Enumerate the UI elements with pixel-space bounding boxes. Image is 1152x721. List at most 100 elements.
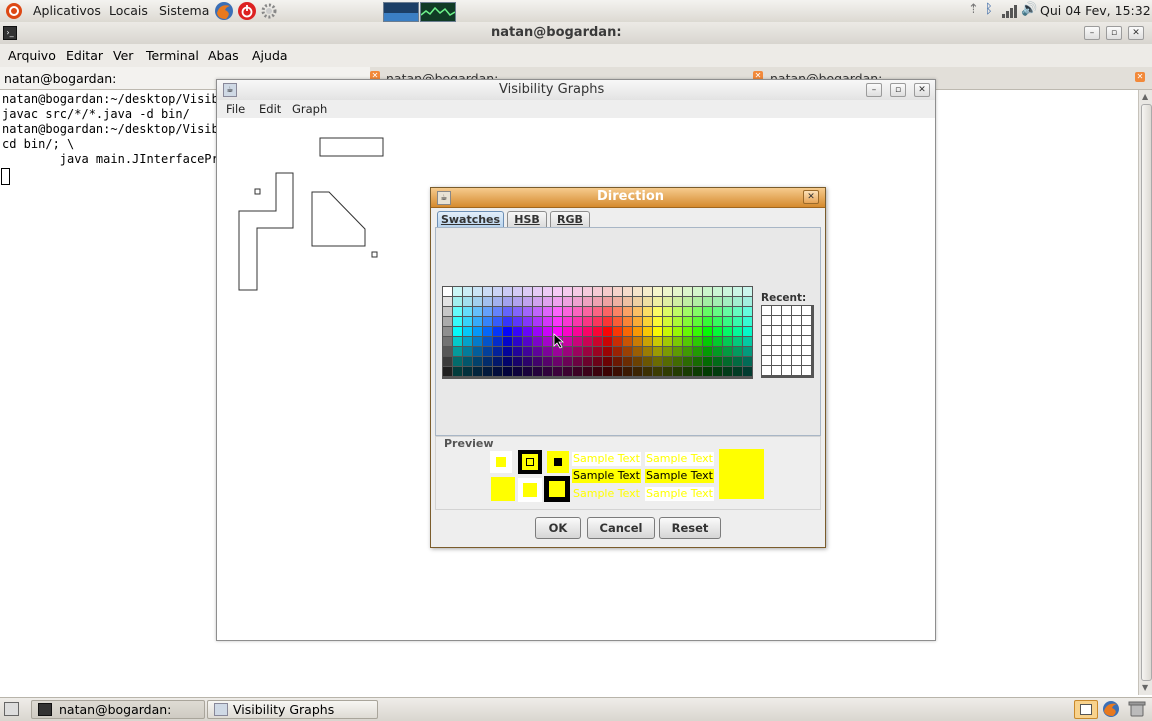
color-swatch[interactable] bbox=[463, 287, 472, 296]
color-swatch[interactable] bbox=[573, 297, 582, 306]
color-swatch[interactable] bbox=[583, 297, 592, 306]
color-swatch[interactable] bbox=[483, 297, 492, 306]
color-swatch[interactable] bbox=[503, 307, 512, 316]
color-swatch[interactable] bbox=[473, 357, 482, 366]
color-swatch[interactable] bbox=[683, 327, 692, 336]
color-swatch[interactable] bbox=[553, 317, 562, 326]
recent-swatch[interactable] bbox=[782, 316, 791, 325]
color-swatch[interactable] bbox=[743, 357, 752, 366]
color-swatch[interactable] bbox=[743, 297, 752, 306]
color-swatch[interactable] bbox=[533, 317, 542, 326]
color-swatch[interactable] bbox=[523, 317, 532, 326]
recent-swatches[interactable] bbox=[761, 305, 814, 378]
color-swatch[interactable] bbox=[493, 287, 502, 296]
color-swatch[interactable] bbox=[683, 367, 692, 376]
recent-swatch[interactable] bbox=[782, 306, 791, 315]
color-swatch[interactable] bbox=[683, 317, 692, 326]
vg-menu-file[interactable]: File bbox=[226, 102, 245, 116]
recent-swatch[interactable] bbox=[762, 326, 771, 335]
color-swatch[interactable] bbox=[653, 297, 662, 306]
color-swatch[interactable] bbox=[473, 287, 482, 296]
taskbar-item-visibility-graphs[interactable]: Visibility Graphs bbox=[207, 700, 378, 719]
color-swatch[interactable] bbox=[623, 317, 632, 326]
color-swatch[interactable] bbox=[683, 297, 692, 306]
color-swatch[interactable] bbox=[523, 297, 532, 306]
color-swatch[interactable] bbox=[633, 347, 642, 356]
color-swatch[interactable] bbox=[523, 337, 532, 346]
color-swatch[interactable] bbox=[533, 337, 542, 346]
color-swatch[interactable] bbox=[543, 307, 552, 316]
color-swatch[interactable] bbox=[703, 347, 712, 356]
recent-swatch[interactable] bbox=[792, 306, 801, 315]
color-swatch[interactable] bbox=[663, 317, 672, 326]
color-swatch[interactable] bbox=[693, 317, 702, 326]
color-swatch[interactable] bbox=[483, 347, 492, 356]
color-swatch[interactable] bbox=[723, 307, 732, 316]
color-swatch[interactable] bbox=[493, 337, 502, 346]
panel-up-icon[interactable]: ⇡ bbox=[968, 2, 979, 17]
color-swatch[interactable] bbox=[673, 307, 682, 316]
color-swatch[interactable] bbox=[663, 307, 672, 316]
color-swatch[interactable] bbox=[593, 297, 602, 306]
color-swatch[interactable] bbox=[643, 347, 652, 356]
terminal-titlebar[interactable]: ›_ natan@bogardan: – ▫ ✕ bbox=[0, 22, 1152, 45]
menu-system[interactable]: Sistema bbox=[159, 3, 209, 18]
color-swatch[interactable] bbox=[653, 337, 662, 346]
color-swatch[interactable] bbox=[603, 297, 612, 306]
color-swatch[interactable] bbox=[543, 327, 552, 336]
color-swatch[interactable] bbox=[683, 307, 692, 316]
color-swatch[interactable] bbox=[703, 337, 712, 346]
color-swatch[interactable] bbox=[443, 297, 452, 306]
recent-swatch[interactable] bbox=[802, 326, 811, 335]
color-swatch[interactable] bbox=[703, 327, 712, 336]
color-swatch[interactable] bbox=[743, 287, 752, 296]
color-swatch[interactable] bbox=[613, 347, 622, 356]
color-swatch[interactable] bbox=[463, 367, 472, 376]
color-swatch[interactable] bbox=[603, 287, 612, 296]
color-swatch[interactable] bbox=[483, 287, 492, 296]
color-swatch[interactable] bbox=[733, 337, 742, 346]
vg-menu-graph[interactable]: Graph bbox=[292, 102, 327, 116]
recent-swatch[interactable] bbox=[772, 356, 781, 365]
color-swatch[interactable] bbox=[533, 307, 542, 316]
color-swatch[interactable] bbox=[623, 307, 632, 316]
color-swatch[interactable] bbox=[703, 287, 712, 296]
terminal-scrollbar[interactable]: ▲ ▼ bbox=[1138, 90, 1152, 695]
recent-swatch[interactable] bbox=[762, 356, 771, 365]
color-swatch[interactable] bbox=[473, 317, 482, 326]
color-swatch[interactable] bbox=[453, 307, 462, 316]
color-swatch[interactable] bbox=[743, 327, 752, 336]
show-desktop-icon[interactable] bbox=[4, 702, 19, 716]
color-swatch[interactable] bbox=[543, 297, 552, 306]
color-swatch[interactable] bbox=[473, 337, 482, 346]
recent-swatch[interactable] bbox=[792, 366, 801, 375]
scroll-up-icon[interactable]: ▲ bbox=[1142, 92, 1148, 101]
color-swatch[interactable] bbox=[673, 297, 682, 306]
color-swatch[interactable] bbox=[733, 307, 742, 316]
color-swatch[interactable] bbox=[583, 337, 592, 346]
color-swatch[interactable] bbox=[703, 357, 712, 366]
color-swatch[interactable] bbox=[743, 337, 752, 346]
color-swatch[interactable] bbox=[583, 327, 592, 336]
color-swatch[interactable] bbox=[703, 367, 712, 376]
color-swatch[interactable] bbox=[513, 317, 522, 326]
color-swatch[interactable] bbox=[633, 287, 642, 296]
tab-hsb[interactable]: HSB bbox=[507, 211, 547, 227]
color-swatch[interactable] bbox=[713, 337, 722, 346]
color-swatch[interactable] bbox=[533, 357, 542, 366]
color-swatch[interactable] bbox=[733, 367, 742, 376]
color-swatch[interactable] bbox=[603, 337, 612, 346]
color-swatch[interactable] bbox=[463, 357, 472, 366]
color-swatch[interactable] bbox=[503, 317, 512, 326]
color-swatch[interactable] bbox=[503, 347, 512, 356]
color-swatch[interactable] bbox=[553, 367, 562, 376]
ok-button[interactable]: OK bbox=[535, 517, 581, 539]
color-swatch[interactable] bbox=[473, 327, 482, 336]
color-swatch[interactable] bbox=[643, 307, 652, 316]
color-swatch[interactable] bbox=[653, 317, 662, 326]
color-swatch[interactable] bbox=[623, 347, 632, 356]
cancel-button[interactable]: Cancel bbox=[587, 517, 655, 539]
color-swatch[interactable] bbox=[453, 357, 462, 366]
color-swatch[interactable] bbox=[603, 357, 612, 366]
gear-icon[interactable] bbox=[259, 1, 279, 21]
